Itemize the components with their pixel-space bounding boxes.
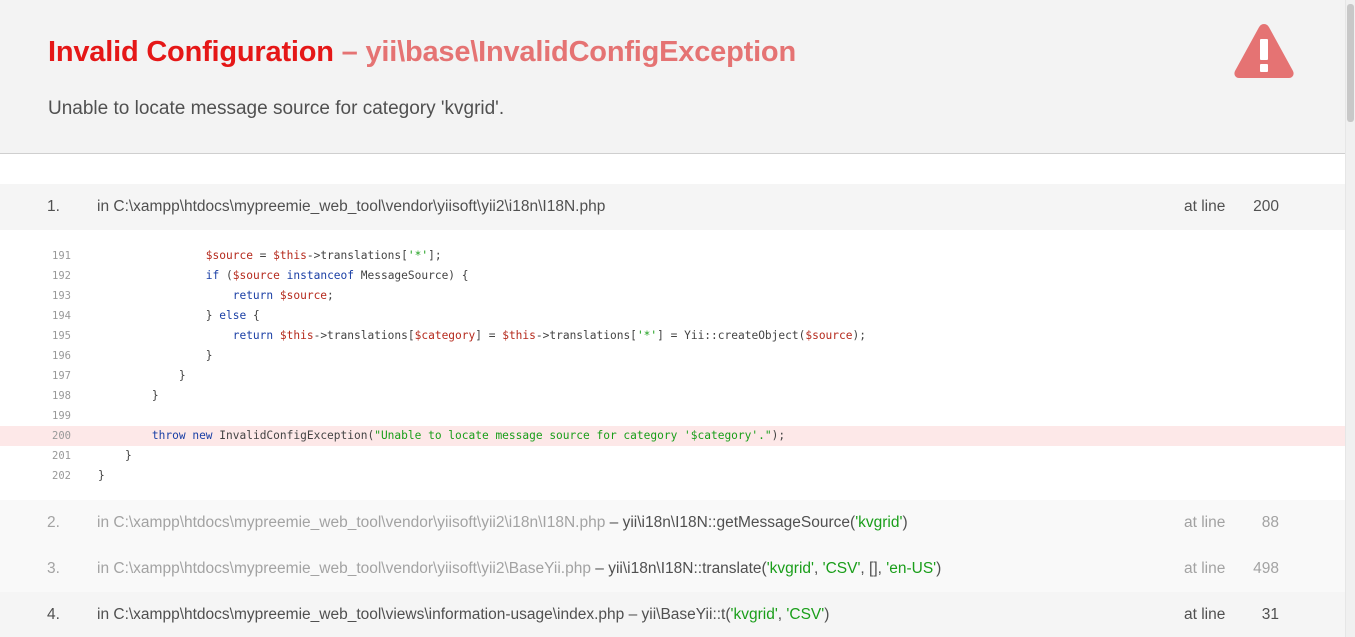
- code-line-number: 197: [52, 370, 71, 382]
- code-line: 199: [0, 406, 1345, 426]
- code-line: 202}: [0, 466, 1345, 486]
- code-line-number: 194: [52, 310, 71, 322]
- code-line-text: } else {: [98, 309, 260, 322]
- call-separator: –: [605, 514, 623, 531]
- call-separator: –: [590, 560, 609, 577]
- file-path: in C:\xampp\htdocs\mypreemie_web_tool\vi…: [97, 606, 625, 623]
- code-line: 198 }: [0, 386, 1345, 406]
- stack-item-at-label: at line: [1184, 514, 1226, 531]
- code-preview: 191 $source = $this->translations['*']; 1…: [0, 230, 1345, 500]
- code-line: 193 return $source;: [0, 286, 1345, 306]
- function-call: yii\BaseYii::t(: [641, 606, 731, 623]
- code-line-text: }: [98, 369, 186, 382]
- stack-item-file: in C:\xampp\htdocs\mypreemie_web_tool\vi…: [97, 606, 829, 624]
- code-line: 201 }: [0, 446, 1345, 466]
- stack-item-at-label: at line: [1184, 606, 1226, 623]
- call-close: ): [824, 606, 830, 623]
- code-line-text: return $source;: [232, 289, 334, 302]
- exception-class: yii\base\InvalidConfigException: [365, 36, 796, 68]
- argument-comma: ,: [813, 560, 823, 577]
- code-line-number: 201: [52, 450, 71, 462]
- code-line-error: 200 throw new InvalidConfigException("Un…: [0, 426, 1345, 446]
- code-line-number: 192: [52, 270, 71, 282]
- file-path: in C:\xampp\htdocs\mypreemie_web_tool\ve…: [97, 514, 606, 531]
- code-line-text: }: [98, 349, 213, 362]
- call-argument: 'kvgrid': [855, 514, 903, 531]
- stack-item-at-label: at line: [1184, 198, 1226, 215]
- code-line: 196 }: [0, 346, 1345, 366]
- call-close: ): [936, 560, 942, 577]
- call-argument: 'CSV': [786, 606, 825, 623]
- stack-item-number: 2.: [47, 514, 60, 531]
- code-line-text: }: [98, 389, 159, 402]
- call-argument: []: [869, 560, 878, 577]
- code-line-text: throw new InvalidConfigException("Unable…: [151, 429, 786, 442]
- code-line-text: }: [98, 469, 105, 482]
- stack-item-line-number: 88: [1261, 514, 1279, 531]
- code-line-text: if ($source instanceof MessageSource) {: [205, 269, 469, 282]
- call-argument: 'en-US': [886, 560, 937, 577]
- argument-comma: ,: [877, 560, 887, 577]
- function-call: yii\i18n\I18N::translate(: [608, 560, 767, 577]
- code-line-number: 200: [52, 430, 71, 442]
- code-line-number: 195: [52, 330, 71, 342]
- stack-item-at-label: at line: [1184, 560, 1226, 577]
- code-line-text: return $this->translations[$category] = …: [232, 329, 866, 342]
- code-line-text: $source = $this->translations['*'];: [205, 249, 442, 262]
- call-separator: –: [624, 606, 642, 623]
- stack-item-line-number: 200: [1253, 198, 1279, 215]
- stack-item[interactable]: 3. in C:\xampp\htdocs\mypreemie_web_tool…: [0, 546, 1345, 592]
- call-argument: 'kvgrid': [730, 606, 778, 623]
- code-line: 194 } else {: [0, 306, 1345, 326]
- code-line-number: 193: [52, 290, 71, 302]
- code-line: 192 if ($source instanceof MessageSource…: [0, 266, 1345, 286]
- title-separator: –: [333, 36, 366, 68]
- call-stack: 1. in C:\xampp\htdocs\mypreemie_web_tool…: [0, 184, 1345, 637]
- code-line: 195 return $this->translations[$category…: [0, 326, 1345, 346]
- stack-item-line-number: 31: [1261, 606, 1279, 623]
- warning-triangle-icon: [1234, 24, 1294, 78]
- code-line-number: 196: [52, 350, 71, 362]
- code-line-number: 198: [52, 390, 71, 402]
- code-line: 197 }: [0, 366, 1345, 386]
- code-line: 191 $source = $this->translations['*'];: [0, 246, 1345, 266]
- call-argument: 'CSV': [822, 560, 861, 577]
- argument-comma: ,: [860, 560, 870, 577]
- scrollbar-thumb[interactable]: [1347, 4, 1354, 122]
- code-line-number: 191: [52, 250, 71, 262]
- code-line-number: 199: [52, 410, 71, 422]
- code-line-number: 202: [52, 470, 71, 482]
- stack-item-number: 3.: [47, 560, 60, 577]
- file-path: in C:\xampp\htdocs\mypreemie_web_tool\ve…: [97, 560, 591, 577]
- call-close: ): [902, 514, 908, 531]
- stack-item-file: in C:\xampp\htdocs\mypreemie_web_tool\ve…: [97, 514, 908, 532]
- stack-item-number: 1.: [47, 198, 60, 215]
- stack-item-file: in C:\xampp\htdocs\mypreemie_web_tool\ve…: [97, 560, 941, 578]
- error-name: Invalid Configuration: [48, 36, 334, 68]
- stack-item[interactable]: 4. in C:\xampp\htdocs\mypreemie_web_tool…: [0, 592, 1345, 637]
- stack-item-number: 4.: [47, 606, 60, 623]
- stack-item-line-number: 498: [1253, 560, 1279, 577]
- stack-item-file: in C:\xampp\htdocs\mypreemie_web_tool\ve…: [97, 198, 606, 215]
- stack-item[interactable]: 2. in C:\xampp\htdocs\mypreemie_web_tool…: [0, 500, 1345, 546]
- error-message: Unable to locate message source for cate…: [48, 98, 505, 119]
- call-argument: 'kvgrid': [766, 560, 814, 577]
- error-header: Invalid Configuration – yii\base\Invalid…: [0, 0, 1345, 154]
- code-line-text: }: [98, 449, 132, 462]
- stack-item[interactable]: 1. in C:\xampp\htdocs\mypreemie_web_tool…: [0, 184, 1345, 230]
- page-title: Invalid Configuration – yii\base\Invalid…: [48, 36, 796, 69]
- function-call: yii\i18n\I18N::getMessageSource(: [622, 514, 856, 531]
